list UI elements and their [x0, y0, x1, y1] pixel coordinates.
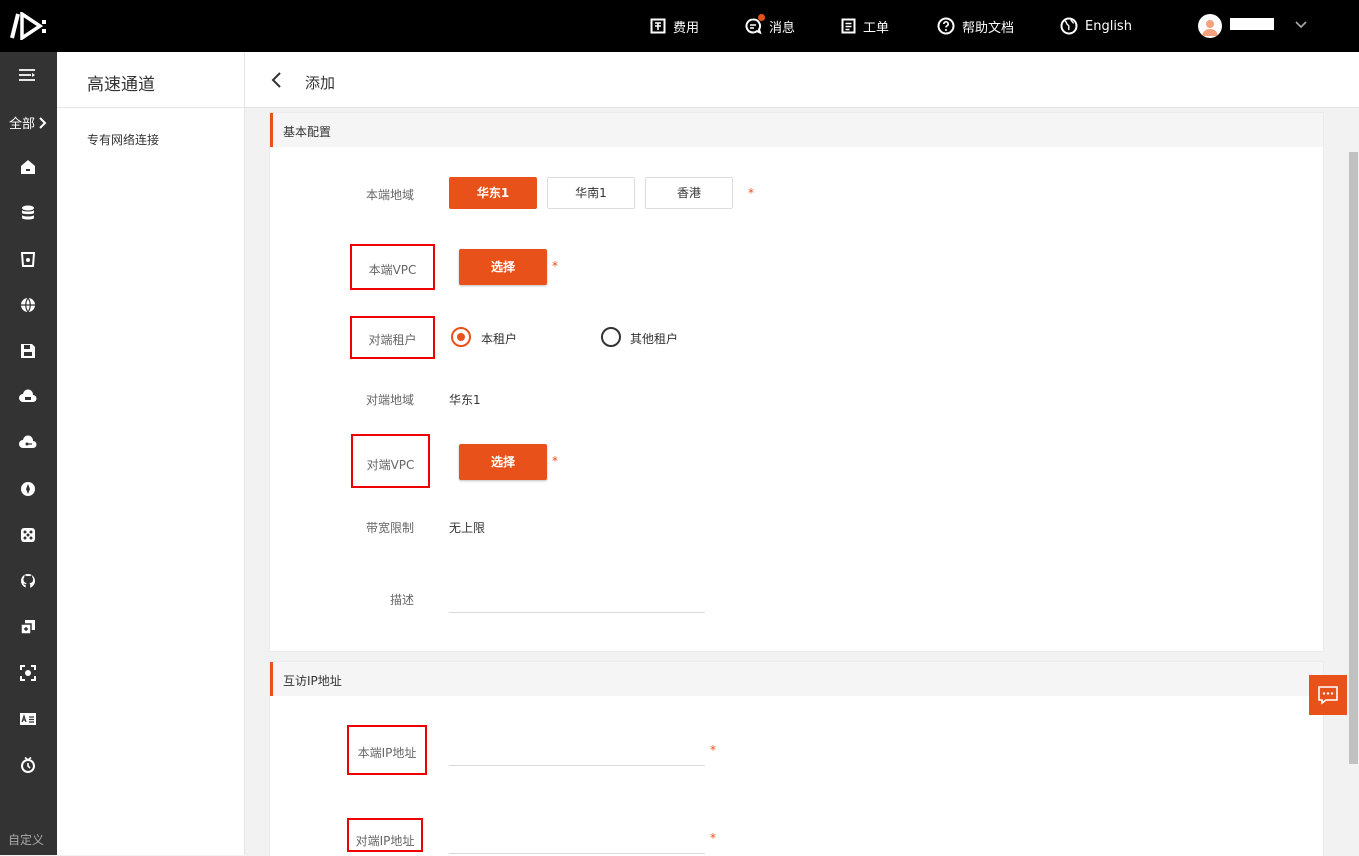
ip-address-panel: 互访IP地址 — [269, 661, 1324, 856]
language-switch[interactable]: English — [1060, 0, 1132, 52]
peer-region-label: 对端地域 — [365, 393, 414, 407]
chat-bubble-icon — [1318, 686, 1338, 705]
required-mark: * — [552, 259, 558, 273]
disk-save-icon[interactable] — [19, 342, 37, 360]
chevron-down-icon[interactable] — [1294, 18, 1308, 32]
database-icon[interactable] — [19, 204, 37, 222]
bandwidth-value: 无上限 — [449, 521, 486, 535]
section-title: 互访IP地址 — [283, 674, 342, 688]
compass-icon[interactable] — [19, 480, 37, 498]
billing-label: 费用 — [673, 20, 700, 36]
sidebar-title: 高速通道 — [87, 75, 155, 95]
basic-config-panel: 基本配置 — [269, 112, 1324, 652]
required-mark: * — [552, 454, 558, 468]
billing-icon — [650, 18, 666, 34]
all-products-label: 全部 — [9, 117, 36, 132]
section-header: 互访IP地址 — [270, 662, 1323, 696]
page-header: 添加 — [245, 52, 1359, 108]
scrollbar-thumb[interactable] — [1349, 152, 1358, 764]
messages-menu[interactable]: 消息 — [745, 0, 795, 52]
required-mark: * — [710, 831, 716, 845]
local-ip-label: 本端IP地址 — [357, 746, 417, 760]
id-card-icon[interactable] — [19, 710, 37, 728]
cloud-key-icon[interactable] — [19, 434, 37, 452]
secondary-sidebar: 高速通道 专有网络连接 — [57, 52, 245, 855]
peer-region-value: 华东1 — [449, 393, 481, 407]
hamburger-menu-icon[interactable] — [18, 68, 36, 82]
brand-logo[interactable] — [10, 12, 50, 40]
section-title: 基本配置 — [283, 125, 332, 139]
chat-support-button[interactable] — [1309, 675, 1347, 715]
sidebar-item-vpc-connection[interactable]: 专有网络连接 — [87, 131, 159, 148]
network-globe-icon[interactable] — [19, 296, 37, 314]
radio-other-tenant[interactable] — [601, 327, 621, 347]
radio-this-tenant-label[interactable]: 本租户 — [481, 330, 517, 347]
bandwidth-label: 带宽限制 — [365, 521, 414, 535]
local-ip-input[interactable] — [449, 765, 705, 766]
peer-vpc-label: 对端VPC — [366, 458, 415, 472]
radio-other-tenant-label[interactable]: 其他租户 — [630, 330, 678, 347]
scan-target-icon[interactable] — [19, 664, 37, 682]
region-option-hongkong[interactable]: 香港 — [645, 177, 733, 209]
ticket-icon — [841, 18, 856, 34]
chevron-right-icon — [39, 116, 47, 129]
radio-this-tenant[interactable] — [451, 327, 471, 347]
peer-tenant-label: 对端租户 — [368, 333, 417, 347]
local-vpc-label: 本端VPC — [368, 263, 417, 277]
help-docs-label: 帮助文档 — [962, 20, 1015, 36]
top-navbar: 费用 消息 工单 帮助文档 English — [0, 0, 1359, 52]
customize-link[interactable]: 自定义 — [8, 831, 44, 848]
tickets-menu[interactable]: 工单 — [841, 0, 889, 52]
alarm-icon[interactable] — [19, 756, 37, 774]
layers-icon[interactable] — [19, 618, 37, 636]
language-label: English — [1085, 18, 1132, 34]
region-option-east1[interactable]: 华东1 — [449, 177, 537, 209]
region-option-south1[interactable]: 华南1 — [547, 177, 635, 209]
user-icon — [1202, 20, 1218, 36]
messages-label: 消息 — [769, 20, 796, 36]
description-input[interactable] — [449, 612, 705, 613]
section-header: 基本配置 — [270, 113, 1323, 147]
required-mark: * — [748, 186, 754, 200]
required-mark: * — [710, 743, 716, 757]
product-rail: 全部 自定义 — [0, 52, 57, 855]
cloud-server-icon[interactable] — [19, 388, 37, 406]
home-icon[interactable] — [19, 158, 37, 176]
sidebar-divider — [57, 107, 244, 108]
globe-icon — [1060, 17, 1078, 35]
git-icon[interactable] — [19, 572, 37, 590]
user-avatar[interactable] — [1198, 14, 1222, 38]
select-peer-vpc-button[interactable]: 选择 — [459, 444, 547, 480]
cluster-icon[interactable] — [19, 526, 37, 544]
billing-menu[interactable]: 费用 — [650, 0, 699, 52]
notification-dot — [758, 14, 765, 21]
tickets-label: 工单 — [863, 20, 890, 36]
description-label: 描述 — [389, 593, 414, 607]
help-icon — [937, 17, 955, 35]
help-docs-menu[interactable]: 帮助文档 — [937, 0, 1014, 52]
storage-bucket-icon[interactable] — [19, 250, 37, 268]
back-arrow-icon[interactable] — [271, 72, 283, 88]
all-products-toggle[interactable]: 全部 — [9, 113, 48, 132]
select-local-vpc-button[interactable]: 选择 — [459, 249, 547, 285]
username-redacted[interactable] — [1230, 18, 1274, 30]
page-title: 添加 — [305, 74, 336, 92]
local-region-label: 本端地域 — [365, 188, 414, 202]
peer-ip-input[interactable] — [449, 853, 705, 854]
peer-ip-label: 对端IP地址 — [355, 834, 415, 848]
